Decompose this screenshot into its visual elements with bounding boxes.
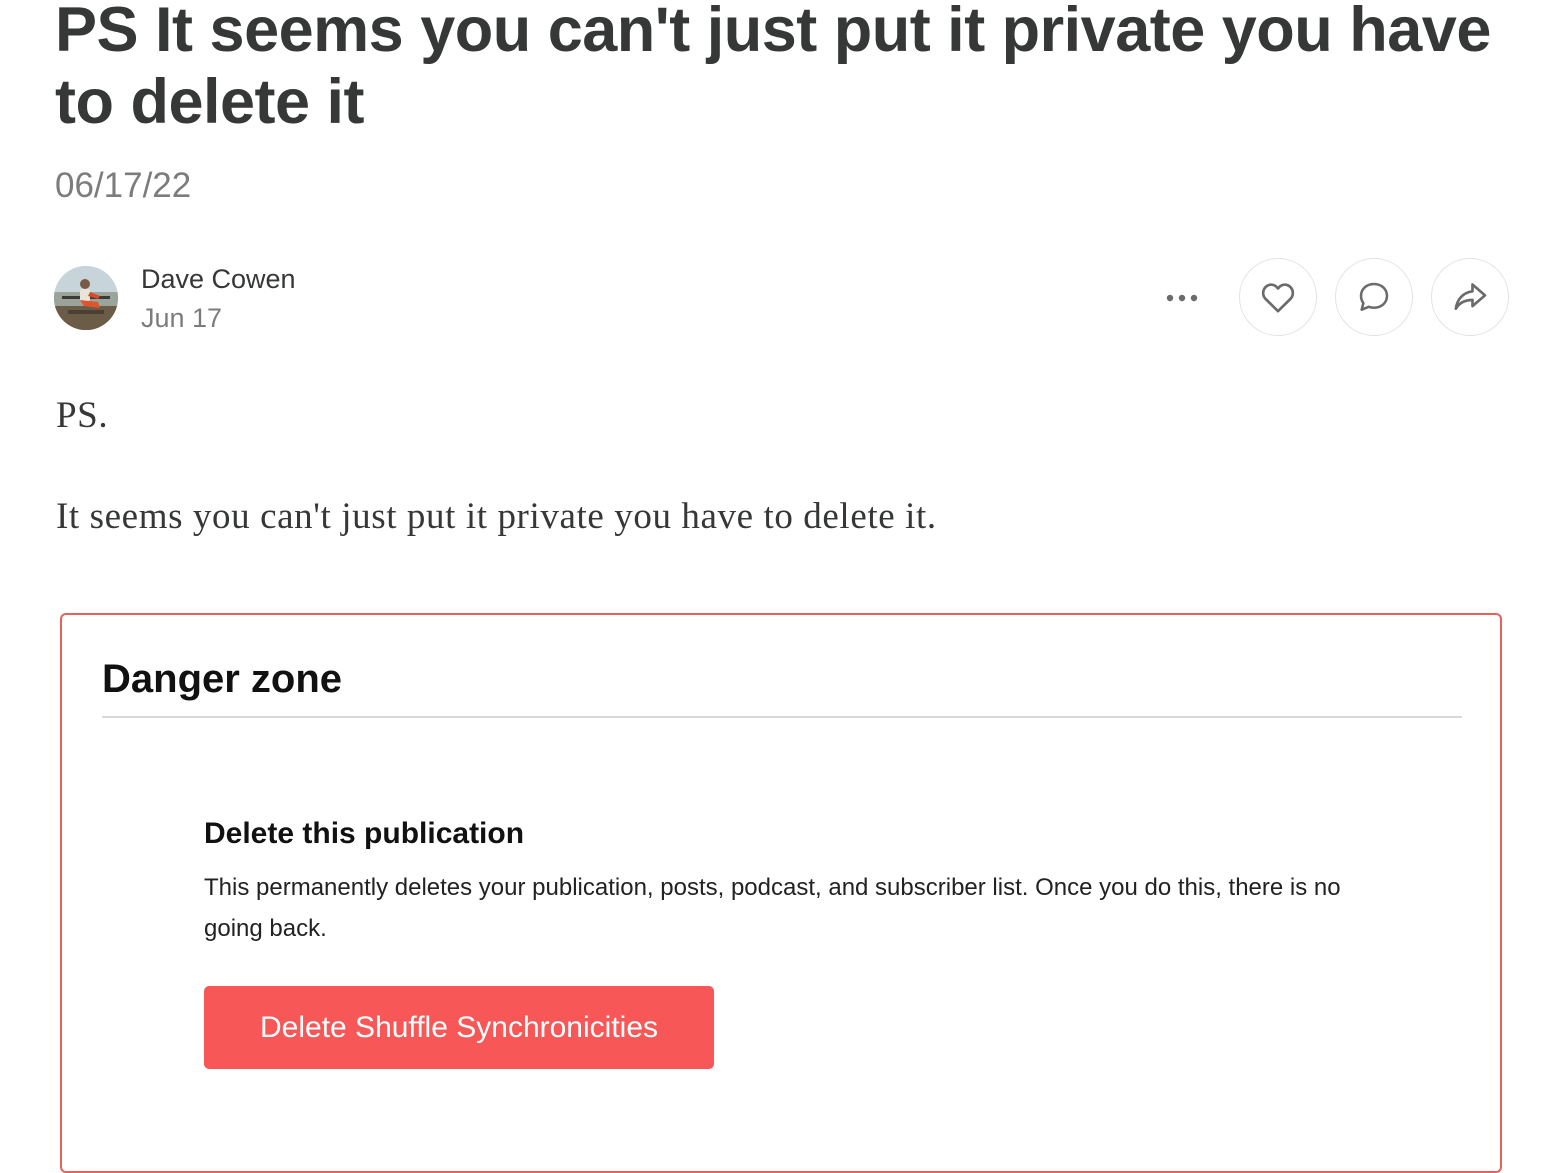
delete-publication-description: This permanently deletes your publicatio… xyxy=(204,874,1341,942)
author-avatar[interactable] xyxy=(54,266,118,330)
danger-zone-panel: Danger zone Delete this publication This… xyxy=(60,613,1502,1173)
post-title: PS It seems you can't just put it privat… xyxy=(55,0,1491,137)
author-date: Jun 17 xyxy=(141,303,223,333)
body-paragraph: It seems you can't just put it private y… xyxy=(56,496,937,537)
like-button[interactable] xyxy=(1239,258,1317,336)
author-name[interactable]: Dave Cowen xyxy=(141,264,296,295)
comment-bubble-icon xyxy=(1359,282,1389,311)
more-options-button[interactable] xyxy=(1160,280,1204,316)
danger-zone-heading: Danger zone xyxy=(102,657,343,701)
share-button[interactable] xyxy=(1431,258,1509,336)
heart-icon xyxy=(1261,283,1295,313)
post-date: 06/17/22 xyxy=(55,166,192,205)
comment-button[interactable] xyxy=(1335,258,1413,336)
delete-publication-button[interactable]: Delete Shuffle Synchronicities xyxy=(204,986,714,1069)
body-paragraph: PS. xyxy=(56,395,109,436)
delete-publication-heading: Delete this publication xyxy=(204,817,525,850)
share-arrow-icon xyxy=(1454,283,1487,310)
more-horizontal-icon xyxy=(1166,294,1198,302)
avatar-photo-icon xyxy=(54,266,118,330)
danger-zone-divider xyxy=(102,716,1462,718)
